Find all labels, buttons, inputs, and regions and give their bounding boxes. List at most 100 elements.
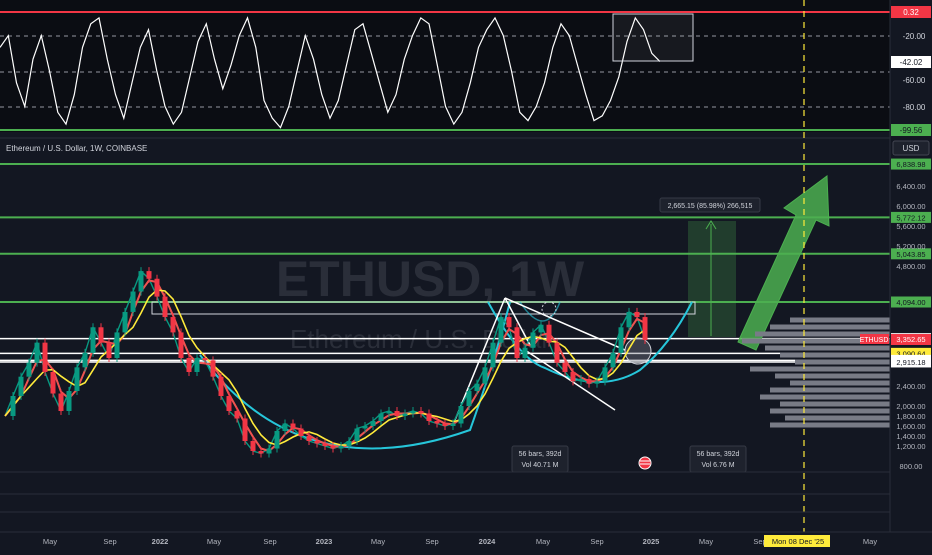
candle-body-11 (90, 327, 96, 353)
candle-body-27 (218, 376, 224, 396)
candle-body-73 (586, 379, 592, 384)
y-tick-2: 5,600.00 (896, 222, 925, 231)
x-tick-0: May (43, 537, 57, 546)
candle-body-48 (386, 411, 392, 414)
currency-button[interactable]: USD (903, 144, 920, 153)
candle-body-6 (50, 372, 56, 394)
range-label-2-bars: 56 bars, 392d (697, 451, 740, 458)
symbol-line: Ethereum / U.S. Dollar, 1W, COINBASE (6, 144, 147, 153)
candle-body-69 (554, 342, 560, 363)
candle-body-36 (290, 423, 296, 429)
us-flag-icon[interactable] (638, 456, 652, 470)
candle-body-10 (82, 352, 88, 368)
candle-body-52 (418, 411, 424, 414)
candle-body-43 (346, 441, 352, 446)
last-price-tag: 3,352.65 (896, 335, 925, 344)
volume-profile-bar-12 (780, 401, 890, 407)
target-circle (624, 337, 652, 365)
candle-body-55 (442, 423, 448, 426)
candle-body-29 (234, 411, 240, 419)
y-tick-6: 2,000.00 (896, 402, 925, 411)
candle-body-70 (562, 362, 568, 372)
candle-body-15 (122, 311, 128, 333)
y-tick-4: 4,800.00 (896, 262, 925, 271)
candle-body-46 (370, 421, 376, 426)
x-tick-7: Sep (425, 537, 438, 546)
candle-body-26 (210, 360, 216, 377)
candle-body-79 (634, 311, 640, 318)
x-tick-8: 2024 (479, 537, 497, 546)
candle-body-14 (114, 332, 120, 358)
oscillator-highlight-box (612, 13, 694, 62)
candle-body-22 (178, 332, 184, 358)
candle-body-35 (282, 423, 288, 431)
candle-body-20 (162, 296, 168, 318)
level-tag-2: 5,043.85 (896, 250, 925, 259)
candle-body-59 (474, 383, 480, 391)
candle-body-1 (10, 396, 16, 416)
candle-body-77 (618, 327, 624, 353)
volume-profile-bar-8 (775, 373, 890, 379)
candle-body-56 (450, 423, 456, 426)
candle-body-39 (314, 441, 320, 444)
volume-profile-bar-7 (750, 366, 890, 372)
candle-body-64 (514, 327, 520, 358)
candle-body-57 (458, 406, 464, 424)
range-label-2-vol: Vol 6.76 M (701, 462, 734, 469)
candle-body-38 (306, 436, 312, 441)
watermark-main: ETHUSD, 1W (276, 251, 585, 307)
candle-body-34 (274, 431, 280, 449)
candle-body-31 (250, 441, 256, 451)
price-chart[interactable]: -20.00 -60.00 -80.00 0.32 -42.02 -99.56 … (0, 0, 932, 550)
candle-body-40 (322, 443, 328, 446)
candle-body-12 (98, 327, 104, 343)
tradingview-chart-window: -20.00 -60.00 -80.00 0.32 -42.02 -99.56 … (0, 0, 932, 550)
osc-axis-label-20: -20.00 (903, 32, 926, 41)
x-tick-5: 2023 (316, 537, 333, 546)
candle-body-3 (26, 362, 32, 377)
candle-body-32 (258, 451, 264, 454)
volume-profile-bar-15 (770, 422, 890, 428)
y-tick-8: 1,600.00 (896, 422, 925, 431)
candle-body-44 (354, 428, 360, 441)
candle-body-62 (498, 317, 504, 343)
candle-body-9 (74, 367, 80, 391)
candle-body-42 (338, 446, 344, 449)
volume-profile-bar-1 (770, 324, 890, 330)
candle-body-47 (378, 413, 384, 421)
candle-body-76 (610, 352, 616, 368)
candle-body-16 (130, 291, 136, 312)
volume-profile-bar-9 (790, 380, 890, 386)
volume-profile-bar-5 (780, 352, 890, 358)
x-tick-3: May (207, 537, 221, 546)
candle-body-61 (490, 342, 496, 368)
y-tick-11: 800.00 (900, 462, 923, 471)
x-tick-11: 2025 (643, 537, 660, 546)
last-price-symbol: ETHUSD (860, 337, 889, 344)
candle-body-21 (170, 317, 176, 333)
x-tick-9: May (536, 537, 550, 546)
measure-box (688, 221, 736, 337)
volume-profile-bar-4 (765, 345, 890, 351)
candle-body-51 (410, 411, 416, 414)
candle-body-19 (154, 278, 160, 297)
level-tag-7: 2,915.18 (896, 358, 925, 367)
candle-body-74 (594, 381, 600, 384)
osc-value-tag-top: 0.32 (903, 8, 919, 17)
candle-body-65 (522, 347, 528, 358)
candle-body-78 (626, 311, 632, 328)
candle-body-8 (66, 391, 72, 411)
candle-body-58 (466, 391, 472, 406)
candle-body-54 (434, 421, 440, 424)
candle-body-18 (146, 271, 152, 279)
candle-body-25 (202, 358, 208, 361)
candle-body-2 (18, 376, 24, 396)
candle-body-49 (394, 411, 400, 416)
candle-body-60 (482, 367, 488, 384)
candle-body-75 (602, 367, 608, 382)
candle-body-72 (578, 379, 584, 382)
candle-body-63 (506, 317, 512, 328)
candle-body-68 (546, 324, 552, 343)
oscillator-pane[interactable]: -20.00 -60.00 -80.00 0.32 -42.02 -99.56 (0, 0, 931, 136)
osc-axis-label-60: -60.00 (903, 76, 926, 85)
